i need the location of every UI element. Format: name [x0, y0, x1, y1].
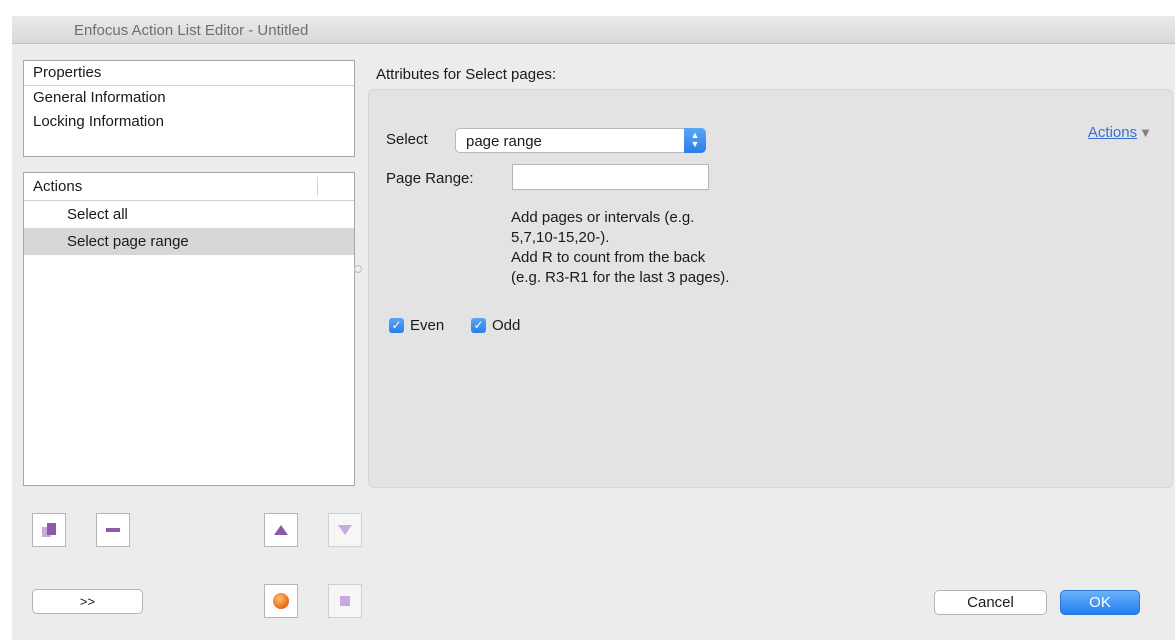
- triangle-down-icon: ▼: [1139, 125, 1152, 140]
- properties-item-general-information[interactable]: General Information: [24, 86, 354, 110]
- even-checkbox[interactable]: ✓ Even: [389, 317, 444, 334]
- select-label: Select: [386, 131, 428, 148]
- move-down-button[interactable]: [328, 513, 362, 547]
- attributes-panel: Select page range ▲ ▼ Actions ▼ Page Range…: [368, 89, 1173, 488]
- help-line: Add pages or intervals (e.g.: [511, 209, 695, 226]
- stop-button[interactable]: [328, 584, 362, 618]
- actions-menu-label: Actions: [1087, 124, 1138, 141]
- select-dropdown[interactable]: page range ▲ ▼: [455, 128, 706, 153]
- remove-action-button[interactable]: [96, 513, 130, 547]
- properties-header: Properties: [24, 61, 354, 86]
- title-bar[interactable]: Enfocus Action List Editor - Untitled: [12, 16, 1175, 44]
- action-item-select-page-range[interactable]: Select page range: [24, 228, 354, 255]
- help-line: (e.g. R3-R1 for the last 3 pages).: [511, 269, 730, 286]
- expand-button[interactable]: >>: [32, 589, 143, 614]
- attributes-heading: Attributes for Select pages:: [376, 66, 557, 83]
- dialog-window: Enfocus Action List Editor - Untitled Pr…: [12, 16, 1175, 640]
- properties-panel: Properties General Information Locking I…: [23, 60, 355, 157]
- stop-icon: [340, 596, 350, 606]
- duplicate-action-button[interactable]: [32, 513, 66, 547]
- actions-header-label: Actions: [33, 178, 83, 195]
- even-label: Even: [410, 317, 445, 334]
- window-title: Enfocus Action List Editor - Untitled: [74, 22, 309, 39]
- actions-panel: Actions Select all Select page range: [23, 172, 355, 486]
- triangle-down-icon: [338, 525, 352, 535]
- move-up-button[interactable]: [264, 513, 298, 547]
- help-line: Add R to count from the back: [511, 249, 706, 266]
- record-button[interactable]: [264, 584, 298, 618]
- checkmark-icon: ✓: [389, 318, 404, 333]
- page-range-help: Add pages or intervals (e.g. 5,7,10-15,2…: [511, 208, 729, 288]
- record-icon: [273, 593, 289, 609]
- triangle-up-icon: [274, 525, 288, 535]
- page-range-label: Page Range:: [386, 170, 474, 187]
- select-value: page range: [466, 133, 542, 150]
- page-range-input[interactable]: [512, 164, 709, 190]
- odd-checkbox[interactable]: ✓ Odd: [471, 317, 520, 334]
- ok-button[interactable]: OK: [1060, 590, 1140, 615]
- properties-item-locking-information[interactable]: Locking Information: [24, 110, 354, 134]
- action-item-select-all[interactable]: Select all: [24, 201, 354, 228]
- help-line: 5,7,10-15,20-).: [511, 229, 610, 246]
- actions-header: Actions: [24, 173, 354, 201]
- cancel-button[interactable]: Cancel: [934, 590, 1047, 615]
- actions-menu-link[interactable]: Actions ▼: [1088, 124, 1152, 141]
- duplicate-icon: [42, 523, 56, 537]
- column-separator[interactable]: [317, 177, 318, 196]
- odd-label: Odd: [492, 317, 521, 334]
- chevron-up-down-icon: ▲ ▼: [684, 128, 706, 153]
- splitter-handle[interactable]: [354, 265, 362, 273]
- checkmark-icon: ✓: [471, 318, 486, 333]
- minus-icon: [106, 528, 120, 532]
